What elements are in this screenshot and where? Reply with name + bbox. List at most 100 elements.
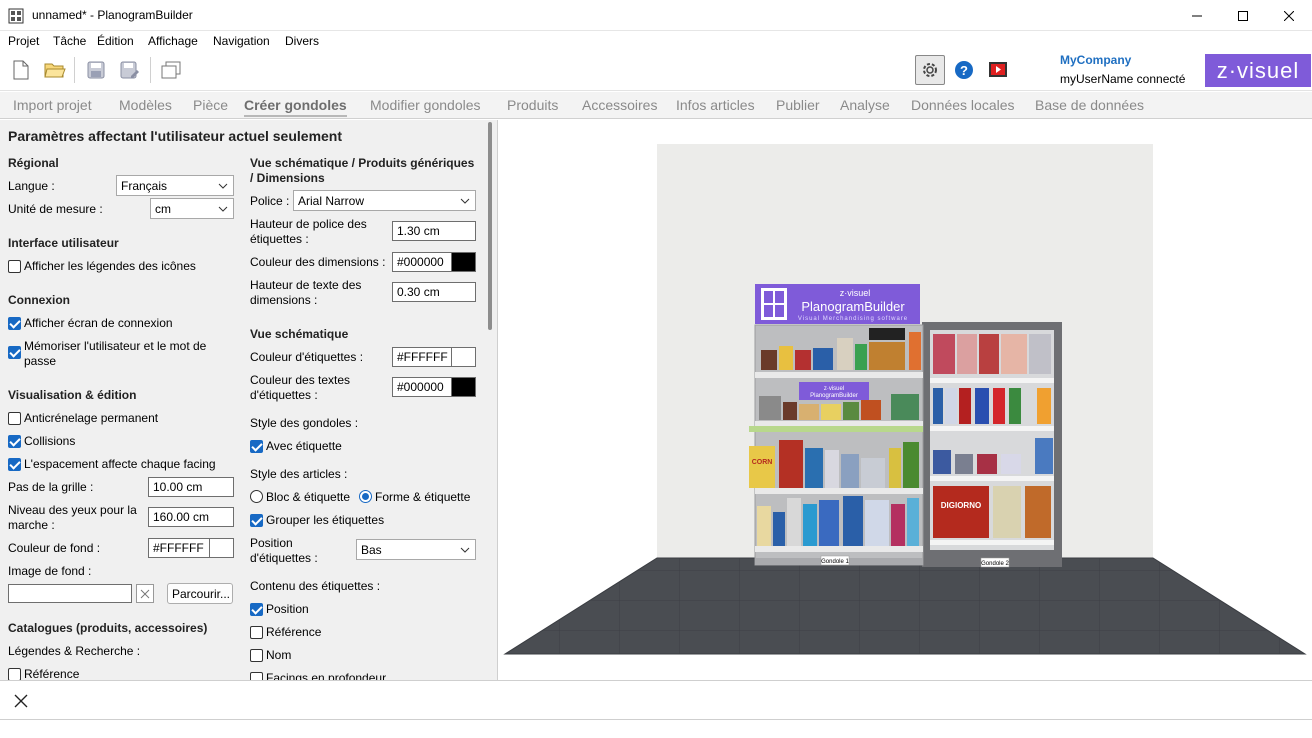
panel-scrollbar[interactable] xyxy=(482,120,497,680)
hauteur-police-label: Hauteur de police des étiquettes : xyxy=(250,217,367,246)
afficher-legendes-checkbox[interactable] xyxy=(8,260,21,273)
couleur-fond-input[interactable]: #FFFFFF xyxy=(148,538,234,558)
police-select[interactable]: Arial Narrow xyxy=(293,190,476,211)
contenu-label: Contenu des étiquettes : xyxy=(250,579,381,593)
couleur-textes-value: #000000 xyxy=(397,380,444,394)
anticrenelage-label: Anticrénelage permanent xyxy=(24,411,159,425)
toolbar-separator xyxy=(74,57,75,83)
tab-modifier-gondoles[interactable]: Modifier gondoles xyxy=(370,97,481,113)
tab-donnees-locales[interactable]: Données locales xyxy=(911,97,1015,113)
espacement-checkbox[interactable] xyxy=(8,458,21,471)
color-swatch[interactable] xyxy=(451,378,475,396)
grouper-checkbox[interactable] xyxy=(250,514,263,527)
couleur-etiq-input[interactable]: #FFFFFF xyxy=(392,347,476,367)
grouper-label: Grouper les étiquettes xyxy=(266,513,385,527)
tab-creer-gondoles[interactable]: Créer gondoles xyxy=(244,97,347,117)
niveau-yeux-input[interactable]: 160.00 cm xyxy=(148,507,234,527)
menu-projet[interactable]: Projet xyxy=(8,34,39,48)
memoriser-label: Mémoriser l'utilisateur et le mot de pas… xyxy=(24,339,207,368)
tab-piece[interactable]: Pièce xyxy=(193,97,228,113)
unite-value: cm xyxy=(155,202,171,216)
tab-base-de-donnees[interactable]: Base de données xyxy=(1035,97,1144,113)
gondola-1[interactable]: z·visuel PlanogramBuilder CORN z·visuel … xyxy=(749,284,924,566)
menu-divers[interactable]: Divers xyxy=(285,34,319,48)
couleur-dim-input[interactable]: #000000 xyxy=(392,252,476,272)
reference-catalog-label: Référence xyxy=(24,667,80,680)
clear-image-button[interactable] xyxy=(136,584,154,603)
scrollbar-thumb[interactable] xyxy=(488,122,492,330)
tab-modeles[interactable]: Modèles xyxy=(119,97,172,113)
color-swatch[interactable] xyxy=(451,348,475,366)
couleur-textes-input[interactable]: #000000 xyxy=(392,377,476,397)
color-swatch[interactable] xyxy=(209,539,233,557)
position-etiq-value: Bas xyxy=(361,543,382,557)
avec-etiquette-label: Avec étiquette xyxy=(266,439,342,453)
menu-edition[interactable]: Édition xyxy=(97,34,134,48)
menu-tache[interactable]: Tâche xyxy=(53,34,86,48)
3d-viewport[interactable]: DIGIORNO Gondole 2 z·visuel PlanogramBui… xyxy=(499,120,1312,680)
hauteur-police-input[interactable]: 1.30 cm xyxy=(392,221,476,241)
help-button[interactable]: ? xyxy=(951,57,977,83)
pas-grille-input[interactable]: 10.00 cm xyxy=(148,477,234,497)
menu-navigation[interactable]: Navigation xyxy=(213,34,270,48)
chevron-down-icon xyxy=(218,183,228,189)
avec-etiquette-checkbox[interactable] xyxy=(250,440,263,453)
toolbar-separator xyxy=(150,57,151,83)
video-play-icon xyxy=(989,62,1007,77)
collisions-checkbox[interactable] xyxy=(8,435,21,448)
style-gondoles-label: Style des gondoles : xyxy=(250,416,359,430)
save-as-button[interactable] xyxy=(117,57,143,83)
unite-select[interactable]: cm xyxy=(150,198,234,219)
zvisuel-logo: z·visuel xyxy=(1205,54,1311,87)
tab-produits[interactable]: Produits xyxy=(507,97,558,113)
close-window-button[interactable] xyxy=(1266,0,1312,31)
bloc-etiquette-radio[interactable] xyxy=(250,490,263,503)
reference-checkbox[interactable] xyxy=(250,626,263,639)
forme-etiquette-radio[interactable] xyxy=(359,490,372,503)
tab-analyse[interactable]: Analyse xyxy=(840,97,890,113)
windows-button[interactable] xyxy=(158,57,184,83)
afficher-legendes-label: Afficher les légendes des icônes xyxy=(24,259,196,273)
facings-checkbox[interactable] xyxy=(250,672,263,680)
tab-import-projet[interactable]: Import projet xyxy=(13,97,92,113)
langue-select[interactable]: Français xyxy=(116,175,234,196)
nom-checkbox[interactable] xyxy=(250,649,263,662)
anticrenelage-checkbox[interactable] xyxy=(8,412,21,425)
tab-infos-articles[interactable]: Infos articles xyxy=(676,97,755,113)
open-button[interactable] xyxy=(42,57,68,83)
chevron-down-icon xyxy=(460,198,470,204)
maximize-button[interactable] xyxy=(1220,0,1266,31)
store-scene: DIGIORNO Gondole 2 z·visuel PlanogramBui… xyxy=(503,144,1307,655)
minimize-button[interactable] xyxy=(1174,0,1220,31)
police-value: Arial Narrow xyxy=(298,194,365,208)
hauteur-texte-input[interactable]: 0.30 cm xyxy=(392,282,476,302)
menu-affichage[interactable]: Affichage xyxy=(148,34,198,48)
app-icon xyxy=(8,8,24,24)
position-checkbox[interactable] xyxy=(250,603,263,616)
hauteur-texte-label: Hauteur de texte des dimensions : xyxy=(250,278,362,307)
section-vue-schematique: Vue schématique xyxy=(250,327,349,341)
couleur-fond-label: Couleur de fond : xyxy=(8,541,101,555)
langue-label: Langue : xyxy=(8,179,55,193)
memoriser-checkbox[interactable] xyxy=(8,346,21,359)
video-tutorial-button[interactable] xyxy=(985,57,1011,83)
reference-catalog-checkbox[interactable] xyxy=(8,668,21,680)
settings-button[interactable] xyxy=(915,55,945,85)
tab-publier[interactable]: Publier xyxy=(776,97,820,113)
new-file-icon xyxy=(13,60,29,80)
save-icon xyxy=(87,61,105,79)
tab-accessoires[interactable]: Accessoires xyxy=(582,97,657,113)
image-fond-input[interactable] xyxy=(8,584,132,603)
unite-label: Unité de mesure : xyxy=(8,202,103,216)
clear-icon xyxy=(140,589,150,598)
color-swatch[interactable] xyxy=(451,253,475,271)
parcourir-button[interactable]: Parcourir... xyxy=(167,583,233,604)
gondola-2[interactable]: DIGIORNO Gondole 2 xyxy=(922,322,1062,568)
position-checkbox-label: Position xyxy=(266,602,309,616)
new-button[interactable] xyxy=(8,57,34,83)
save-button[interactable] xyxy=(83,57,109,83)
sign-title: PlanogramBuilder xyxy=(801,299,905,314)
afficher-ecran-checkbox[interactable] xyxy=(8,317,21,330)
position-etiq-select[interactable]: Bas xyxy=(356,539,476,560)
close-panel-button[interactable] xyxy=(12,692,30,710)
